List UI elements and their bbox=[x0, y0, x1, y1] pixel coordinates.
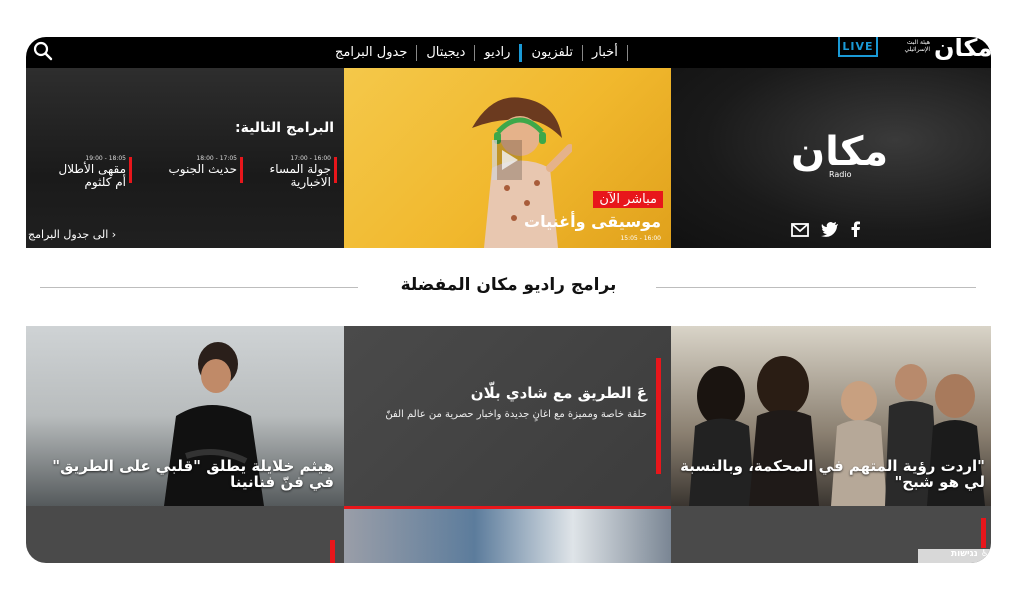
top-navigation-bar: جدول البرامج ديجيتال راديو تلفزيون أخبار… bbox=[26, 37, 991, 68]
page-frame: جدول البرامج ديجيتال راديو تلفزيون أخبار… bbox=[26, 37, 991, 563]
play-icon[interactable] bbox=[492, 140, 522, 180]
next-program-item[interactable]: 16:00 - 17:00 جولة المساء الاخبارية bbox=[249, 155, 337, 189]
current-program-time: 15:05 - 16:00 bbox=[620, 235, 661, 242]
brand-subtitle: هيئة البث الإسرائيلي bbox=[904, 39, 930, 53]
red-accent-bar bbox=[656, 358, 661, 474]
main-nav: جدول البرامج ديجيتال راديو تلفزيون أخبار bbox=[326, 37, 628, 68]
card-title: "اردت رؤية المتهم في المحكمة، وبالنسبة ل… bbox=[680, 457, 985, 491]
twitter-icon[interactable] bbox=[821, 221, 839, 241]
favorites-section-header: برامج راديو مكان المفضلة bbox=[26, 273, 991, 297]
to-schedule-link[interactable]: ‹ الى جدول البرامج bbox=[28, 228, 116, 241]
nav-item-news[interactable]: أخبار bbox=[583, 37, 627, 68]
radio-logo: مكان bbox=[791, 129, 889, 175]
nav-item-radio[interactable]: راديو bbox=[475, 37, 519, 68]
next-programs-panel: البرامج التالية: 16:00 - 17:00 جولة المس… bbox=[26, 68, 344, 248]
program-card[interactable] bbox=[26, 506, 344, 563]
red-marker bbox=[240, 157, 243, 183]
red-marker bbox=[334, 157, 337, 183]
program-card[interactable]: عَ الطريق مع شادي بلّان حلقة خاصة ومميزة… bbox=[344, 326, 671, 506]
next-programs-list: 16:00 - 17:00 جولة المساء الاخبارية 17:0… bbox=[44, 155, 337, 191]
facebook-icon[interactable] bbox=[851, 221, 861, 241]
accessibility-button[interactable]: ♿ נגישות bbox=[918, 549, 991, 563]
nav-separator bbox=[626, 44, 628, 61]
current-program-title: موسيقى وأغنيات bbox=[524, 212, 661, 231]
next-program-item[interactable]: 18:05 - 19:00 مقهى الأطلال أم كلثوم bbox=[44, 155, 132, 189]
red-accent-line bbox=[344, 506, 671, 509]
next-program-item[interactable]: 17:05 - 18:00 حديث الجنوب bbox=[152, 155, 243, 189]
hero-section: البرامج التالية: 16:00 - 17:00 جولة المس… bbox=[26, 68, 991, 248]
program-card[interactable]: هيثم خلايلة يطلق "قلبي على الطريق" في فن… bbox=[26, 326, 344, 506]
divider-line bbox=[656, 287, 976, 288]
live-program-panel[interactable]: مباشر الآن موسيقى وأغنيات 15:05 - 16:00 bbox=[344, 68, 671, 248]
search-icon[interactable] bbox=[32, 40, 54, 62]
divider-line bbox=[40, 287, 358, 288]
mail-icon[interactable] bbox=[791, 222, 809, 241]
card-title: عَ الطريق مع شادي بلّان bbox=[470, 384, 647, 402]
program-card[interactable]: "اردت رؤية المتهم في المحكمة، وبالنسبة ل… bbox=[671, 326, 991, 506]
nav-item-schedule[interactable]: جدول البرامج bbox=[326, 37, 416, 68]
card-description: حلقة خاصة ومميزة مع اغانٍ جديدة واخبار ح… bbox=[385, 409, 647, 420]
next-programs-title: البرامج التالية: bbox=[235, 120, 334, 136]
red-accent-bar bbox=[981, 518, 986, 548]
nav-item-tv[interactable]: تلفزيون bbox=[522, 37, 582, 68]
live-button[interactable]: LIVE bbox=[838, 37, 878, 57]
brand-logo[interactable]: مكان bbox=[934, 37, 991, 62]
chevron-left-icon: ‹ bbox=[111, 228, 117, 241]
card-title: هيثم خلايلة يطلق "قلبي على الطريق" في فن… bbox=[52, 457, 334, 491]
red-marker bbox=[129, 157, 132, 183]
share-icons bbox=[791, 220, 881, 242]
nav-item-digital[interactable]: ديجيتال bbox=[417, 37, 474, 68]
section-title: برامج راديو مكان المفضلة bbox=[400, 275, 617, 295]
wheelchair-icon: ♿ bbox=[980, 549, 989, 559]
radio-brand-panel: مكان Radio bbox=[671, 68, 991, 248]
live-now-badge: مباشر الآن bbox=[593, 191, 663, 208]
red-accent-bar bbox=[330, 540, 335, 563]
program-card[interactable] bbox=[344, 506, 671, 563]
radio-logo-subtitle: Radio bbox=[829, 170, 852, 179]
